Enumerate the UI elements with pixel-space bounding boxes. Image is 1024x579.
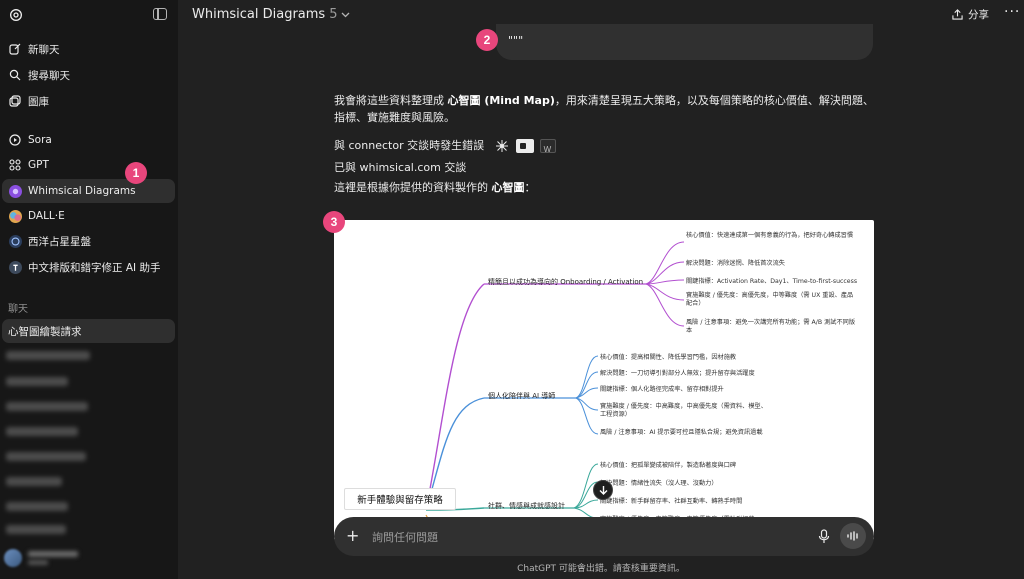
intro-text: 我會將這些資料整理成: [334, 94, 448, 107]
whimsical-icon: [8, 184, 22, 198]
openai-logo-icon[interactable]: [8, 7, 24, 23]
mind-map-leaf: 核心價值：快速達成第一個有意義的行為，把好奇心轉成習慣: [686, 232, 854, 239]
chats-section-label: 聊天: [8, 304, 28, 315]
chat-item-redacted[interactable]: [6, 452, 86, 461]
result-text: 這裡是根據你提供的資料製作的: [334, 181, 492, 194]
mind-map-branch: 社群、情感與成就感設計: [488, 502, 565, 510]
search-chats-button[interactable]: 搜尋聊天: [2, 63, 175, 87]
dalle-icon: [8, 209, 22, 223]
talked-with-line[interactable]: 已與 whimsical.com 交談: [334, 159, 874, 176]
chat-item-redacted[interactable]: [6, 502, 68, 511]
sidebar-item-label: GPT: [28, 159, 49, 171]
new-chat-button[interactable]: 新聊天: [2, 37, 175, 61]
mind-map-leaf: 實施難度 / 優先度：高優先度，中等難度（需 UX 重設、產品配合）: [686, 292, 854, 307]
disclaimer: ChatGPT 可能會出錯。請查核重要資訊。: [517, 564, 685, 574]
add-attachment-button[interactable]: +: [346, 526, 359, 545]
search-chats-label: 搜尋聊天: [28, 69, 70, 82]
mind-map-leaf: 解決問題：消除迷惘、降低首次流失: [686, 260, 785, 267]
more-options-button[interactable]: ···: [1004, 4, 1020, 20]
mind-map-leaf: 實施難度 / 優先度：中高難度，中高優先度（需資料、模型、工程資源）: [600, 403, 767, 418]
chatgpt-app: 新聊天 搜尋聊天 圖庫 Sora GPT Whimsical Diagrams …: [0, 0, 1024, 579]
mind-map-leaf: 風險 / 注意事項：避免一次講完所有功能；需 A/B 測試不同版本: [686, 319, 856, 334]
arrow-down-icon: [599, 486, 607, 495]
mind-map-branch: 個人化陪伴與 AI 導師: [488, 392, 556, 400]
connector-icons: W: [494, 139, 556, 154]
share-label: 分享: [968, 9, 989, 21]
mind-map-leaf: 關鍵指標：新手群留存率、社群互動率、轉熟手時間: [600, 498, 743, 505]
gallery-label: 圖庫: [28, 95, 49, 108]
sidebar-item-label: DALL·E: [28, 210, 65, 222]
model-version: 5: [329, 7, 338, 22]
sidebar-item-sora[interactable]: Sora: [2, 128, 175, 152]
annotation-badge-1: 1: [125, 162, 147, 184]
gallery-icon: [8, 94, 22, 108]
typography-icon: [8, 260, 22, 274]
chevron-down-icon: [342, 12, 350, 17]
voice-mode-button[interactable]: [840, 523, 866, 549]
sidebar-item-gpt[interactable]: GPT: [2, 153, 175, 177]
share-icon: [952, 9, 963, 20]
annotation-badge-2: 2: [476, 29, 498, 51]
word-connector-icon: W: [539, 139, 556, 154]
mind-map-leaf: 風險 / 注意事項：AI 提示要可控且隱私合規；避免資訊過載: [600, 429, 763, 436]
voice-wave-icon: [847, 531, 858, 541]
model-title: Whimsical Diagrams: [192, 7, 326, 22]
microphone-icon[interactable]: [818, 529, 830, 544]
sidebar-item-typography-assistant[interactable]: 中文排版和錯字修正 AI 助手: [2, 255, 175, 279]
chat-item-redacted[interactable]: [6, 525, 66, 534]
sidebar-item-label: 中文排版和錯字修正 AI 助手: [28, 261, 161, 274]
result-intro-line: 這裡是根據你提供的資料製作的 心智圖：: [334, 179, 874, 196]
share-button[interactable]: 分享: [952, 7, 989, 22]
sidebar: 新聊天 搜尋聊天 圖庫 Sora GPT Whimsical Diagrams …: [0, 0, 178, 579]
mind-map-branch: 精簡且以成功為導向的 Onboarding / Activation: [488, 278, 644, 286]
mind-map-leaf: 解決問題：情緒性流失（沒人理、沒動力）: [600, 480, 718, 487]
gallery-button[interactable]: 圖庫: [2, 89, 175, 113]
mind-map-leaf: 關鍵指標：Activation Rate、Day1、Time-to-first-…: [686, 278, 858, 285]
intro-bold: 心智圖 (Mind Map): [447, 94, 555, 107]
chat-item-label: 心智圖繪製請求: [8, 325, 82, 338]
chat-item-redacted[interactable]: [6, 427, 78, 436]
chat-item-redacted[interactable]: [6, 477, 62, 486]
sparkle-connector-icon: [495, 140, 508, 152]
search-icon: [8, 68, 22, 82]
user-info-redacted: [28, 551, 78, 565]
new-chat-icon: [8, 42, 22, 56]
mind-map-leaf: 核心價值：把孤單變成被陪伴，製造黏著度與口碑: [600, 462, 737, 469]
chat-item-redacted[interactable]: [6, 402, 88, 411]
sidebar-top: [0, 0, 178, 30]
user-account[interactable]: [4, 545, 174, 571]
play-icon: [8, 133, 22, 147]
grid-icon: [8, 158, 22, 172]
prompt-input[interactable]: 詢問任何問題: [372, 529, 438, 545]
sidebar-item-astrology[interactable]: 西洋占星星盤: [2, 229, 175, 253]
new-chat-label: 新聊天: [28, 43, 60, 56]
chat-item-redacted[interactable]: [6, 377, 68, 386]
mind-map-leaf: 核心價值：提高相關性、降低學習門檻，因材施教: [600, 354, 737, 361]
sidebar-item-dalle[interactable]: DALL·E: [2, 204, 175, 228]
scroll-to-bottom-button[interactable]: [593, 480, 613, 500]
user-message-bubble: [496, 24, 873, 60]
sidebar-toggle-icon[interactable]: [153, 8, 167, 20]
result-text-suffix: ：: [524, 181, 536, 194]
mind-map-root-node: 新手體驗與留存策略: [344, 488, 456, 510]
result-bold: 心智圖: [491, 181, 525, 194]
model-selector[interactable]: Whimsical Diagrams 5: [192, 7, 350, 22]
assistant-intro-paragraph: 我會將這些資料整理成 心智圖 (Mind Map)，用來清楚呈現五大策略，以及每…: [334, 92, 874, 126]
user-message-text: """: [508, 34, 524, 47]
connector-error-line[interactable]: 與 connector 交談時發生錯誤 W: [334, 137, 874, 154]
mind-map-leaf: 關鍵指標：個人化路徑完成率、留存相對提升: [600, 386, 724, 393]
composer: + 詢問任何問題: [334, 517, 874, 556]
chat-item-current[interactable]: 心智圖繪製請求: [2, 319, 175, 343]
annotation-badge-3: 3: [323, 211, 345, 233]
connector-error-text: 與 connector 交談時發生錯誤: [334, 139, 485, 152]
chat-item-redacted[interactable]: [6, 351, 90, 360]
docs-connector-icon: [515, 139, 534, 153]
astrology-icon: [8, 234, 22, 248]
sidebar-item-label: Sora: [28, 134, 52, 146]
sidebar-item-whimsical-diagrams[interactable]: Whimsical Diagrams: [2, 179, 175, 203]
mind-map-leaf: 解決問題：一刀切導引對部分人無效；提升留存與活躍度: [600, 370, 755, 377]
avatar: [4, 549, 22, 567]
sidebar-item-label: Whimsical Diagrams: [28, 185, 136, 197]
sidebar-item-label: 西洋占星星盤: [28, 235, 91, 248]
